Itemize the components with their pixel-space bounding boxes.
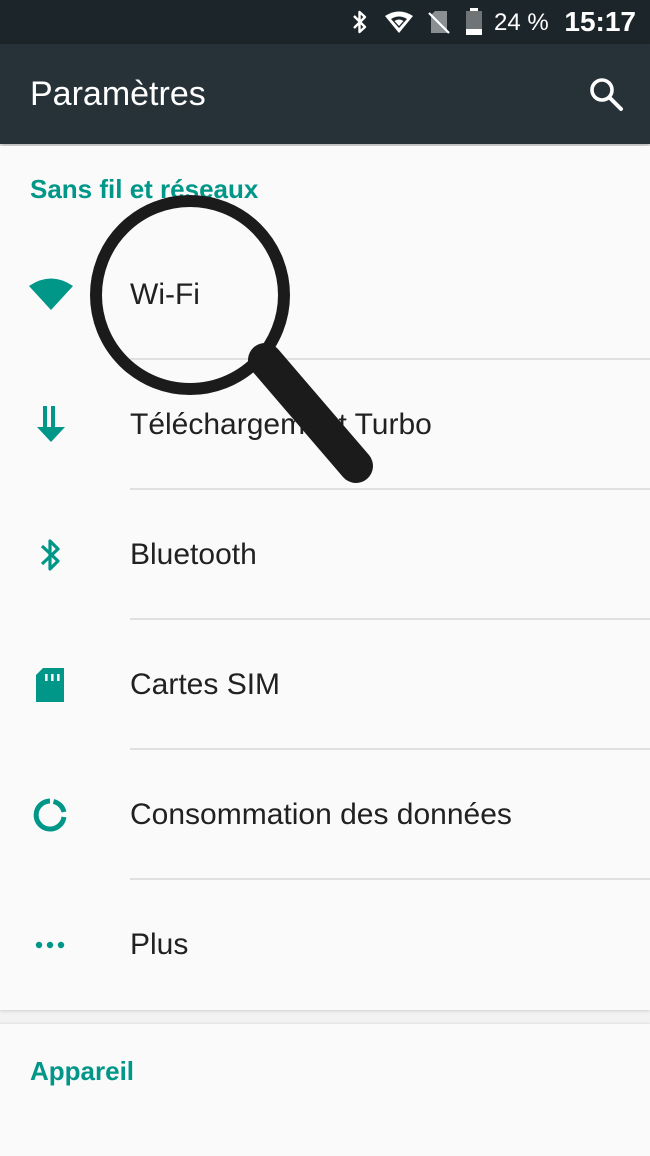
battery-percentage: 24 % [494,9,549,36]
settings-item-more[interactable]: Plus [0,880,650,1010]
settings-item-label: Cartes SIM [130,668,281,701]
app-toolbar: Paramètres [0,44,650,144]
wifi-icon [29,278,73,310]
settings-item-download-turbo[interactable]: Téléchargement Turbo [0,360,650,490]
settings-item-label: Bluetooth [130,538,257,571]
bluetooth-icon [40,539,60,571]
more-icon [35,941,65,949]
wireless-section: Sans fil et réseaux Wi-Fi Téléchargement… [0,146,650,1010]
wifi-icon [385,11,413,33]
settings-item-sim-cards[interactable]: Cartes SIM [0,620,650,750]
settings-item-label: Téléchargement Turbo [130,408,432,441]
status-bar: 24 % 15:17 [0,0,650,44]
settings-item-label: Consommation des données [130,798,512,831]
section-header-wireless: Sans fil et réseaux [30,174,259,204]
settings-item-bluetooth[interactable]: Bluetooth [0,490,650,620]
settings-item-data-usage[interactable]: Consommation des données [0,750,650,880]
search-icon[interactable] [588,76,624,112]
sim-card-icon [36,668,64,702]
bluetooth-icon [353,10,367,34]
clock: 15:17 [564,6,636,37]
page-title: Paramètres [30,75,206,113]
data-usage-icon [33,798,67,832]
settings-item-wifi[interactable]: Wi-Fi [0,230,650,360]
battery-icon [466,8,482,35]
download-turbo-icon [37,406,65,442]
section-header-device: Appareil [30,1056,135,1086]
settings-item-label: Wi-Fi [130,278,200,311]
no-sim-icon [428,11,450,34]
device-section: Appareil [0,1024,650,1156]
settings-item-label: Plus [130,928,189,961]
